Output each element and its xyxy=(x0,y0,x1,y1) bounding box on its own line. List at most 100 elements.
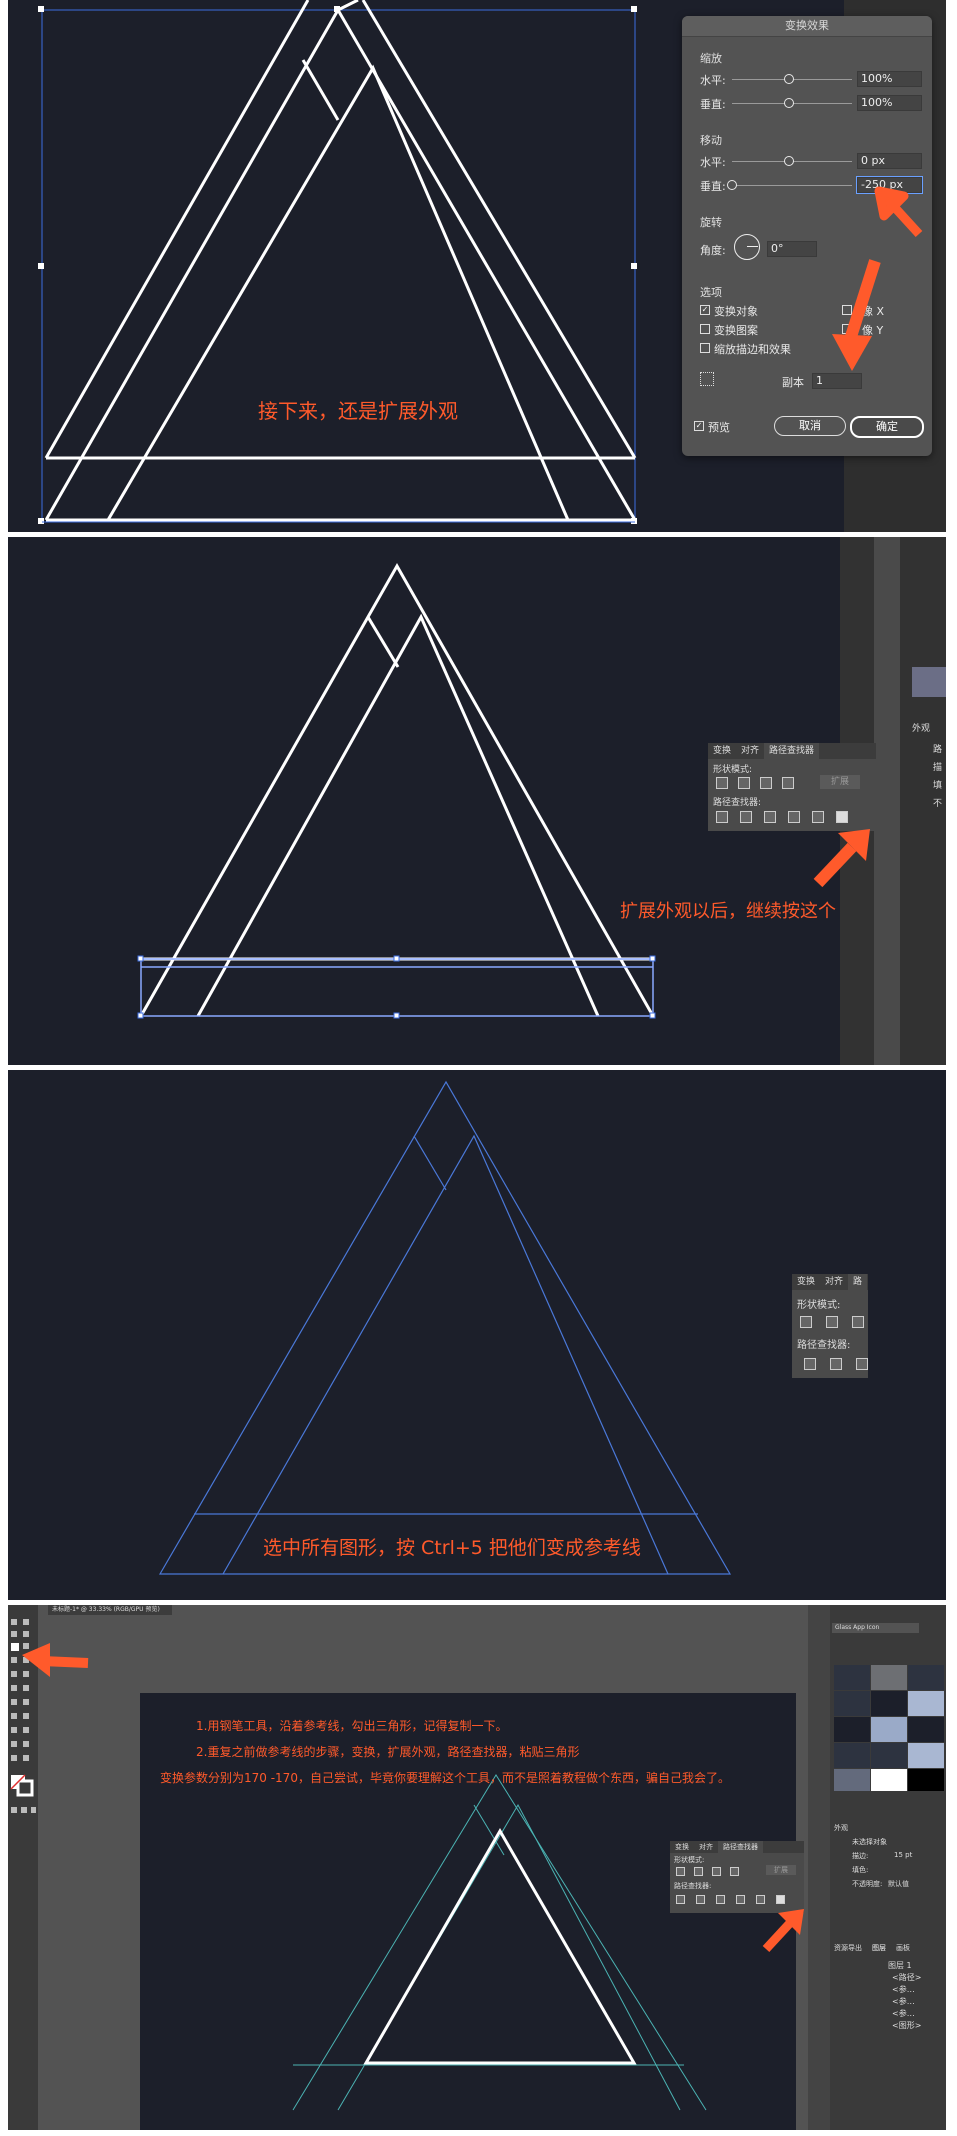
step2-side-label-1: 路 xyxy=(933,745,943,755)
tab-transform[interactable]: 变换 xyxy=(792,1274,820,1290)
crop-icon[interactable] xyxy=(736,1895,745,1904)
crop-icon[interactable] xyxy=(788,811,800,823)
layer-row-4[interactable]: <参… xyxy=(892,2008,915,2019)
divide-icon[interactable] xyxy=(716,811,728,823)
divide-icon[interactable] xyxy=(804,1358,816,1370)
outline-icon[interactable] xyxy=(812,811,824,823)
rotate-dial-icon[interactable] xyxy=(734,234,760,260)
scale-h-slider-knob[interactable] xyxy=(784,74,794,84)
step1-caption: 接下来，还是扩展外观 xyxy=(258,399,458,423)
step3-panel: 变换 对齐路 形状模式: 路径查找器: 选中所有图形，按 Ctrl+5 把他们变成… xyxy=(8,1070,946,1600)
exclude-icon[interactable] xyxy=(782,777,794,789)
step3-pathfinder-panel: 变换 对齐路 形状模式: 路径查找器: xyxy=(792,1274,868,1378)
scale-strokes-checkbox[interactable] xyxy=(700,343,710,353)
move-v-slider[interactable] xyxy=(732,185,852,186)
merge-icon[interactable] xyxy=(716,1895,725,1904)
transform-objects-checkbox[interactable]: ✓ xyxy=(700,305,710,315)
tab-align[interactable]: 对齐 xyxy=(694,1841,718,1853)
arrow-to-minus-back xyxy=(813,829,870,888)
scale-v-field[interactable]: 100% xyxy=(857,95,922,111)
minus-front-icon[interactable] xyxy=(826,1316,838,1328)
transform-patterns-checkbox[interactable] xyxy=(700,324,710,334)
trim-icon[interactable] xyxy=(740,811,752,823)
step2-side-label-2: 描 xyxy=(933,763,943,773)
move-v-label: 垂直: xyxy=(700,180,726,193)
tab-pathfinder[interactable]: 路 xyxy=(848,1274,868,1290)
swatch-grid xyxy=(834,1665,944,1791)
options-section-label: 选项 xyxy=(700,286,722,299)
layers-tab-assets[interactable]: 资源导出 xyxy=(834,1943,862,1953)
step2-swatch-preview xyxy=(912,667,946,697)
arrow-to-minus-back-4 xyxy=(762,1909,804,1953)
step2-appearance-tab[interactable]: 外观 xyxy=(912,721,930,734)
expand-button[interactable]: 扩展 xyxy=(766,1865,796,1875)
layer-row-1[interactable]: <路径> xyxy=(892,1972,921,1983)
move-h-field[interactable]: 0 px xyxy=(857,153,922,169)
step1-panel: 接下来，还是扩展外观 变换效果 缩放 水平: 100% 垂直: 100% 移动 … xyxy=(8,0,946,532)
appearance-stroke-label: 描边: xyxy=(852,1852,869,1860)
intersect-icon[interactable] xyxy=(852,1316,864,1328)
layer-row-3[interactable]: <参… xyxy=(892,1996,915,2007)
step4-line-3: 变换参数分别为170 -170，自己尝试，毕竟你要理解这个工具，而不是照着教程做… xyxy=(160,1771,730,1785)
merge-icon[interactable] xyxy=(764,811,776,823)
divide-icon[interactable] xyxy=(676,1895,685,1904)
tab-align[interactable]: 对齐 xyxy=(736,743,764,759)
tab-align[interactable]: 对齐 xyxy=(820,1274,848,1290)
unite-icon[interactable] xyxy=(800,1316,812,1328)
tab-pathfinder[interactable]: 路径查找器 xyxy=(718,1841,763,1853)
trim-icon[interactable] xyxy=(830,1358,842,1370)
layer-row-2[interactable]: <参… xyxy=(892,1984,915,1995)
step2-icon-column xyxy=(874,537,900,1065)
exclude-icon[interactable] xyxy=(730,1867,739,1876)
scale-v-label: 垂直: xyxy=(700,98,726,111)
unite-icon[interactable] xyxy=(716,777,728,789)
intersect-icon[interactable] xyxy=(712,1867,721,1876)
tab-pathfinder[interactable]: 路径查找器 xyxy=(764,743,820,759)
swatch-library-select[interactable]: Glass App Icon xyxy=(832,1623,919,1633)
preview-label: 预览 xyxy=(708,421,730,434)
tab-transform[interactable]: 变换 xyxy=(670,1841,694,1853)
trim-icon[interactable] xyxy=(696,1895,705,1904)
scale-v-slider-knob[interactable] xyxy=(784,98,794,108)
scale-h-field[interactable]: 100% xyxy=(857,71,922,87)
transform-patterns-label: 变换图案 xyxy=(714,324,758,337)
outline-icon[interactable] xyxy=(756,1895,765,1904)
layers-tab-artboards[interactable]: 画板 xyxy=(896,1943,910,1953)
minus-back-icon[interactable] xyxy=(776,1895,785,1904)
cancel-button[interactable]: 取消 xyxy=(774,416,846,436)
rotate-section-label: 旋转 xyxy=(700,216,722,229)
layers-tab-layers[interactable]: 图层 xyxy=(872,1943,886,1953)
move-h-slider-knob[interactable] xyxy=(784,156,794,166)
intersect-icon[interactable] xyxy=(760,777,772,789)
appearance-stroke-value[interactable]: 15 pt xyxy=(894,1851,912,1859)
appearance-opacity-value: 默认值 xyxy=(888,1880,909,1888)
minus-front-icon[interactable] xyxy=(738,777,750,789)
layer-row-0[interactable]: 图层 1 xyxy=(888,1960,912,1971)
appearance-fill-label: 填色: xyxy=(852,1866,869,1874)
reference-point-icon[interactable] xyxy=(700,372,714,386)
layer-row-5[interactable]: <图形> xyxy=(892,2020,921,2031)
step4-line-2: 2.重复之前做参考线的步骤，变换，扩展外观，路径查找器，粘贴三角形 xyxy=(196,1745,580,1759)
merge-icon[interactable] xyxy=(856,1358,868,1370)
tab-transform[interactable]: 变换 xyxy=(708,743,736,759)
move-v-slider-knob[interactable] xyxy=(727,180,737,190)
ok-button[interactable]: 确定 xyxy=(850,416,924,438)
step2-panel: 外观 路 描 填 不 变换 对齐 路径查找器 形状模式: 扩展 路径查找器: 扩展外… xyxy=(8,537,946,1065)
unite-icon[interactable] xyxy=(676,1867,685,1876)
pathfinders-label: 路径查找器: xyxy=(674,1882,712,1890)
pathfinders-label: 路径查找器: xyxy=(797,1340,851,1351)
step2-side-label-4: 不 xyxy=(933,799,943,809)
rotate-angle-field[interactable]: 0° xyxy=(767,241,817,257)
appearance-object: 未选择对象 xyxy=(852,1838,887,1846)
minus-back-icon[interactable] xyxy=(836,811,848,823)
shape-modes-label: 形状模式: xyxy=(674,1856,705,1864)
appearance-title[interactable]: 外观 xyxy=(834,1823,848,1833)
preview-checkbox[interactable]: ✓ xyxy=(694,421,704,431)
move-h-label: 水平: xyxy=(700,156,726,169)
scale-strokes-label: 缩放描边和效果 xyxy=(714,343,791,356)
expand-button[interactable]: 扩展 xyxy=(820,775,860,789)
minus-front-icon[interactable] xyxy=(694,1867,703,1876)
step4-pathfinder-panel: 变换 对齐 路径查找器 形状模式: 扩展 路径查找器: xyxy=(670,1841,804,1913)
step4-line-1: 1.用钢笔工具，沿着参考线，勾出三角形，记得复制一下。 xyxy=(196,1719,508,1733)
step2-side-label-3: 填 xyxy=(933,781,943,791)
